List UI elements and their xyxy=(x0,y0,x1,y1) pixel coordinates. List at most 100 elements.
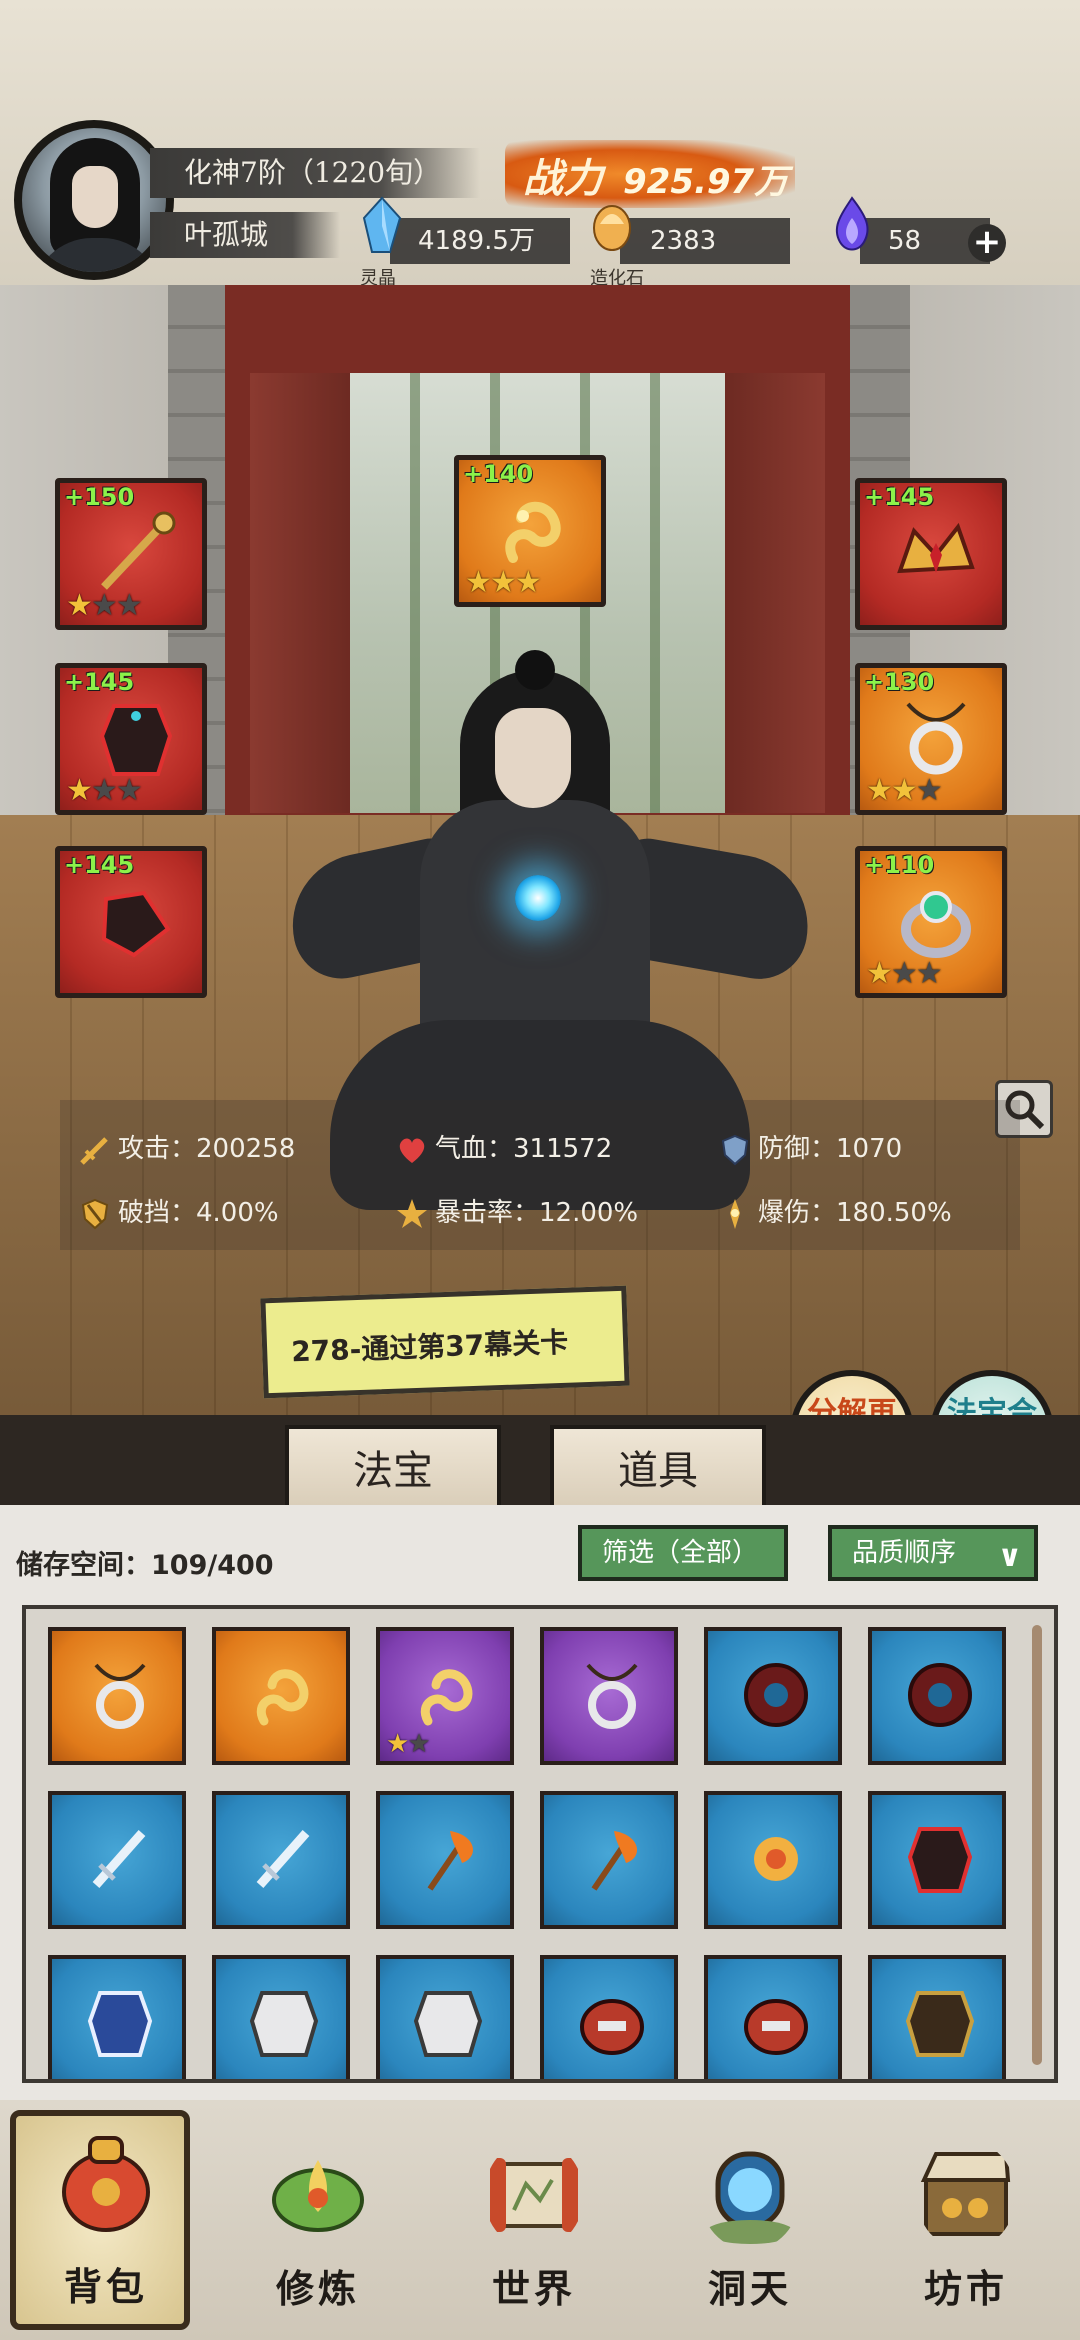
resource-spirit-crystal: 4189.5万 灵晶 xyxy=(360,196,570,289)
tabs-bar xyxy=(0,1415,1080,1505)
inventory-item[interactable] xyxy=(704,1627,842,1765)
slot-bonus: +145 xyxy=(64,851,135,879)
stat-hp-text: 气血：311572 xyxy=(435,1134,613,1164)
stat-attack-text: 攻击：200258 xyxy=(118,1134,296,1164)
red-helmet-icon xyxy=(580,1999,644,2055)
slot-stars: ★★★ xyxy=(66,773,143,808)
inventory-item[interactable] xyxy=(212,1955,350,2079)
stats-panel: 攻击：200258 气血：311572 防御：1070 破挡：4.00% 暴击率… xyxy=(60,1100,1020,1250)
fire-axe-icon xyxy=(591,1831,638,1891)
nav-market[interactable]: 坊市 xyxy=(876,2130,1056,2330)
stat-attack: 攻击：200258 xyxy=(78,1128,295,1167)
equip-slot-armor[interactable]: +145 ★★★ xyxy=(55,663,207,815)
stat-defense: 防御：1070 xyxy=(718,1128,902,1167)
add-resource-button[interactable]: + xyxy=(968,224,1006,262)
red-helmet-icon xyxy=(744,1999,808,2055)
slot-bonus: +145 xyxy=(864,483,935,511)
stat-crit-rate-text: 暴击率：12.00% xyxy=(435,1198,639,1228)
stat-break: 破挡：4.00% xyxy=(78,1192,279,1231)
inventory-item[interactable] xyxy=(48,1955,186,2079)
inventory-item[interactable] xyxy=(868,1627,1006,1765)
scroll-map-icon xyxy=(490,2158,578,2232)
inventory-grid[interactable]: ★★ xyxy=(22,1605,1058,2083)
slot-bonus: +110 xyxy=(864,851,935,879)
equip-slot-boots[interactable]: +145 xyxy=(55,846,207,998)
inventory-item[interactable] xyxy=(540,1627,678,1765)
character-face xyxy=(495,708,571,808)
equip-slot-necklace[interactable]: +130 ★★★ xyxy=(855,663,1007,815)
inventory-item[interactable] xyxy=(704,1955,842,2079)
quest-text: 278-通过第37幕关卡 xyxy=(290,1325,569,1369)
equip-slot-artifact[interactable]: +140 ★★★ xyxy=(454,455,606,607)
avatar-face xyxy=(72,166,118,228)
stat-break-text: 破挡：4.00% xyxy=(118,1198,279,1228)
equip-slot-ring[interactable]: +110 ★★★ xyxy=(855,846,1007,998)
break-shield-icon xyxy=(81,1198,109,1229)
nav-cave-realm[interactable]: 洞天 xyxy=(660,2130,840,2330)
inventory-item[interactable] xyxy=(868,1955,1006,2079)
inventory-item[interactable] xyxy=(48,1627,186,1765)
pendant-icon xyxy=(586,1663,638,1729)
stat-hp: 气血：311572 xyxy=(395,1128,612,1167)
combat-power: 战力 925.97万 xyxy=(505,140,795,208)
nav-bag[interactable]: 背包 xyxy=(10,2110,190,2330)
saw-blade-icon xyxy=(908,1663,972,1727)
shield-icon xyxy=(721,1134,749,1165)
item-stars: ★★ xyxy=(386,1729,431,1759)
inventory-item[interactable] xyxy=(704,1791,842,1929)
purple-flame-icon xyxy=(835,196,869,251)
lotus-icon xyxy=(272,2160,364,2232)
tab-items[interactable]: 道具 xyxy=(550,1425,766,1509)
gold-dragon-icon xyxy=(256,1669,309,1726)
nav-world[interactable]: 世界 xyxy=(444,2130,624,2330)
nav-cultivate[interactable]: 修炼 xyxy=(228,2130,408,2330)
nav-label: 洞天 xyxy=(707,2266,792,2311)
sort-dropdown[interactable]: 品质顺序 ∨ xyxy=(828,1525,1038,1581)
character-model[interactable] xyxy=(279,650,819,1390)
combat-power-value: 925.97万 xyxy=(623,162,789,202)
quest-banner[interactable]: 278-通过第37幕关卡 xyxy=(260,1285,630,1399)
player-name: 叶孤城 xyxy=(150,212,340,258)
stat-crit-damage-text: 爆伤：180.50% xyxy=(758,1198,952,1228)
resource-value: 58 xyxy=(888,226,922,256)
crown-icon xyxy=(897,522,975,574)
chevron-down-icon: ∨ xyxy=(997,1539,1022,1574)
inventory-scrollbar[interactable] xyxy=(1032,1625,1042,2065)
sword-icon xyxy=(80,1136,108,1165)
inventory-item[interactable] xyxy=(376,1791,514,1929)
equip-slot-headgear[interactable]: +145 xyxy=(855,478,1007,630)
tab-artifacts[interactable]: 法宝 xyxy=(285,1425,501,1509)
slot-bonus: +130 xyxy=(864,668,935,696)
fire-axe-icon xyxy=(427,1831,474,1891)
staff-icon xyxy=(101,511,176,590)
equip-slot-weapon[interactable]: +150 ★★★ xyxy=(55,478,207,630)
ice-sword-icon xyxy=(92,1830,146,1888)
inventory-item[interactable] xyxy=(376,1955,514,2079)
inventory-item[interactable] xyxy=(868,1791,1006,1929)
resource-value: 2383 xyxy=(650,226,717,256)
realm-level: 化神7阶（1220旬） xyxy=(150,148,480,198)
resource-creation-stone: 2383 造化石 xyxy=(590,205,790,289)
inventory-item[interactable] xyxy=(540,1955,678,2079)
sort-label: 品质顺序 xyxy=(852,1538,957,1568)
inventory-item[interactable] xyxy=(212,1627,350,1765)
inventory-item[interactable] xyxy=(212,1791,350,1929)
inventory-panel: 储存空间：109/400 筛选（全部） 品质顺序 ∨ ★★ xyxy=(0,1505,1080,2100)
crit-damage-icon xyxy=(730,1198,740,1229)
slot-stars: ★★★ xyxy=(66,588,143,623)
slot-bonus: +150 xyxy=(64,483,135,511)
nav-label: 世界 xyxy=(491,2266,576,2311)
filter-button[interactable]: 筛选（全部） xyxy=(578,1525,788,1581)
bag-icon xyxy=(62,2136,150,2232)
character-bun xyxy=(515,650,555,690)
boots-icon xyxy=(101,890,171,958)
crit-icon xyxy=(397,1198,427,1228)
inventory-item[interactable] xyxy=(48,1791,186,1929)
stat-defense-text: 防御：1070 xyxy=(758,1134,903,1164)
inventory-item[interactable] xyxy=(540,1791,678,1929)
robe-icon xyxy=(907,1827,973,1893)
gold-dragon-icon xyxy=(505,501,561,563)
inventory-item[interactable]: ★★ xyxy=(376,1627,514,1765)
blue-robe-icon xyxy=(87,1991,153,2057)
top-header: 化神7阶（1220旬） 叶孤城 战力 925.97万 4189.5万 灵晶 23… xyxy=(0,0,1080,289)
